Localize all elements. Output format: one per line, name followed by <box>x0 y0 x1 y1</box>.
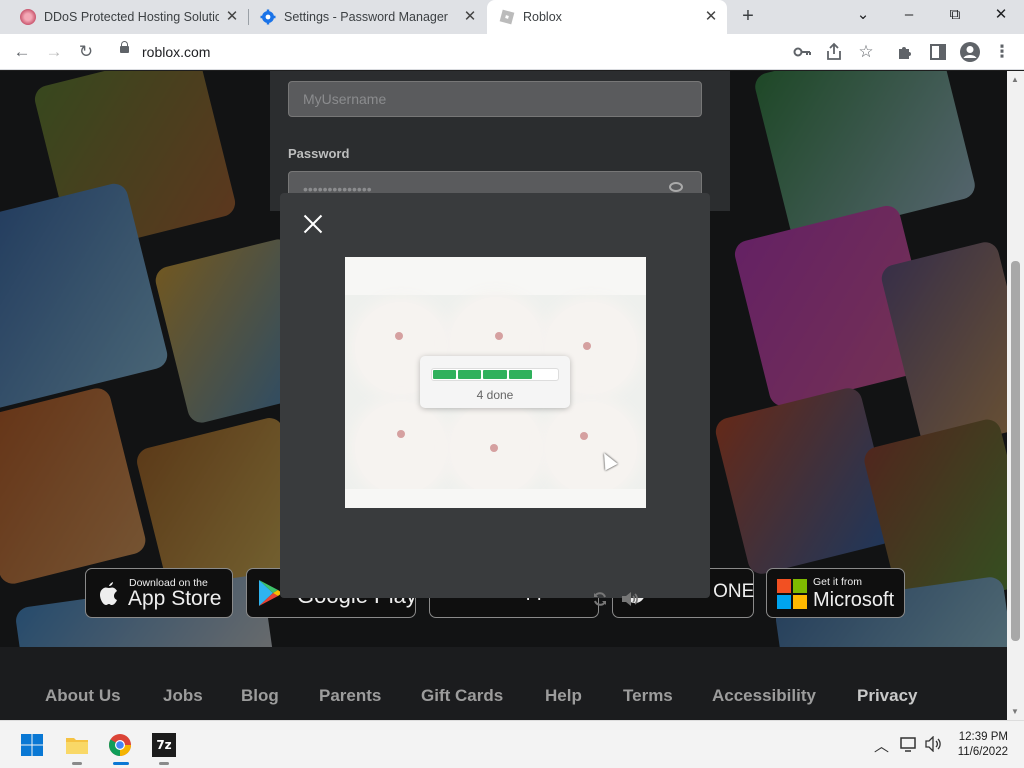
challenge-image-cell <box>545 402 637 494</box>
microsoft-store-badge[interactable]: Get it from Microsoft <box>766 568 905 618</box>
page-viewport: MyUsername Password •••••••••••••• Downl… <box>0 71 1007 720</box>
file-explorer-icon[interactable] <box>65 733 89 757</box>
chrome-icon[interactable] <box>108 733 132 757</box>
windows-taskbar: 7z ︿ 12:39 PM 11/6/2022 <box>0 720 1024 768</box>
audio-challenge-icon[interactable] <box>620 591 640 607</box>
challenge-image-cell <box>355 402 447 494</box>
scrollbar-thumb[interactable] <box>1011 261 1020 641</box>
progress-card: 4 done <box>420 356 570 408</box>
refresh-icon[interactable] <box>592 591 608 607</box>
tab-separator <box>248 9 249 25</box>
tab-ddos-hosting[interactable]: DDoS Protected Hosting Solution ✕ <box>8 0 248 34</box>
close-tab-icon[interactable]: ✕ <box>462 9 478 25</box>
footer-link-blog[interactable]: Blog <box>241 686 279 706</box>
close-icon[interactable] <box>300 211 326 237</box>
close-window-button[interactable]: ✕ <box>978 0 1024 32</box>
7zip-icon[interactable]: 7z <box>152 733 176 757</box>
back-arrow-icon[interactable]: ← <box>10 40 34 64</box>
footer-link-privacy[interactable]: Privacy <box>857 686 918 706</box>
badge-big-text: Microsoft <box>813 589 895 611</box>
address-bar[interactable]: roblox.com <box>106 38 890 66</box>
roblox-icon <box>499 9 515 25</box>
profile-avatar-icon[interactable] <box>958 40 982 64</box>
chevron-up-icon[interactable]: ︿ <box>874 735 889 756</box>
captcha-modal: 4 done <box>280 193 710 606</box>
close-tab-icon[interactable]: ✕ <box>703 9 719 25</box>
system-clock[interactable]: 12:39 PM 11/6/2022 <box>958 730 1008 760</box>
menu-kebab-icon[interactable]: ⋮ <box>990 40 1014 64</box>
tab-password-manager[interactable]: Settings - Password Manager ✕ <box>250 0 486 34</box>
progress-segment <box>483 370 507 379</box>
new-tab-button[interactable]: + <box>737 5 759 27</box>
footer-link-jobs[interactable]: Jobs <box>163 686 203 706</box>
apple-logo-icon <box>100 582 117 605</box>
clock-date: 11/6/2022 <box>957 746 1008 758</box>
gear-icon <box>260 9 276 25</box>
extensions-puzzle-icon[interactable] <box>894 40 918 64</box>
reload-icon[interactable]: ↻ <box>74 40 98 64</box>
microsoft-logo-icon <box>777 579 807 609</box>
captcha-challenge-image[interactable]: 4 done <box>345 257 646 508</box>
lock-icon <box>120 41 129 53</box>
app-running-indicator <box>159 762 169 765</box>
clock-time: 12:39 PM <box>958 731 1008 743</box>
footer-link-accessibility[interactable]: Accessibility <box>712 686 816 706</box>
tab-strip: DDoS Protected Hosting Solution ✕ Settin… <box>0 0 1024 34</box>
side-panel-icon[interactable] <box>926 40 950 64</box>
flower-favicon-icon <box>20 9 36 25</box>
progress-bar <box>431 368 559 381</box>
tab-title: Settings - Password Manager <box>284 10 448 24</box>
badge-small-text: Get it from <box>813 576 863 588</box>
username-input[interactable]: MyUsername <box>288 81 702 117</box>
progress-segment <box>433 370 457 379</box>
progress-segment <box>533 370 558 379</box>
forward-arrow-icon[interactable]: → <box>42 40 66 64</box>
volume-icon[interactable] <box>925 736 943 752</box>
key-icon[interactable] <box>790 40 814 64</box>
footer-link-about-us[interactable]: About Us <box>45 686 121 706</box>
footer-link-terms[interactable]: Terms <box>623 686 673 706</box>
share-icon[interactable] <box>822 40 846 64</box>
show-password-eye-icon[interactable] <box>669 182 683 192</box>
page-scrollbar[interactable]: ▲ ▼ <box>1007 71 1024 720</box>
app-active-indicator <box>113 762 129 765</box>
site-footer: About Us Jobs Blog Parents Gift Cards He… <box>0 647 1007 720</box>
tab-title: DDoS Protected Hosting Solution <box>44 10 219 24</box>
challenge-header-strip <box>345 257 646 295</box>
challenge-footer-strip <box>345 489 646 508</box>
footer-link-gift-cards[interactable]: Gift Cards <box>421 686 503 706</box>
restore-button[interactable]: ⧉ <box>932 0 978 32</box>
login-form: MyUsername Password •••••••••••••• <box>270 71 730 211</box>
progress-text: 4 done <box>476 388 514 402</box>
challenge-image-cell <box>450 402 542 494</box>
bookmark-star-icon[interactable]: ☆ <box>854 40 878 64</box>
minimize-button[interactable]: – <box>886 0 932 32</box>
tab-roblox[interactable]: Roblox ✕ <box>487 0 727 34</box>
tab-title: Roblox <box>523 10 562 24</box>
url-text: roblox.com <box>142 44 211 60</box>
network-icon[interactable] <box>900 736 918 752</box>
footer-link-parents[interactable]: Parents <box>319 686 381 706</box>
windows-start-icon[interactable] <box>20 733 44 757</box>
app-running-indicator <box>72 762 82 765</box>
browser-toolbar: ← → ↻ roblox.com ☆ ⋮ <box>0 34 1024 70</box>
app-store-badge[interactable]: Download on the App Store <box>85 568 233 618</box>
progress-segment <box>508 370 532 379</box>
password-label: Password <box>288 146 350 161</box>
username-value: MyUsername <box>303 91 387 107</box>
footer-link-help[interactable]: Help <box>545 686 582 706</box>
close-tab-icon[interactable]: ✕ <box>224 9 240 25</box>
tab-search-icon[interactable]: ⌄ <box>840 0 886 32</box>
badge-big-text: App Store <box>128 587 222 610</box>
progress-segment <box>458 370 482 379</box>
